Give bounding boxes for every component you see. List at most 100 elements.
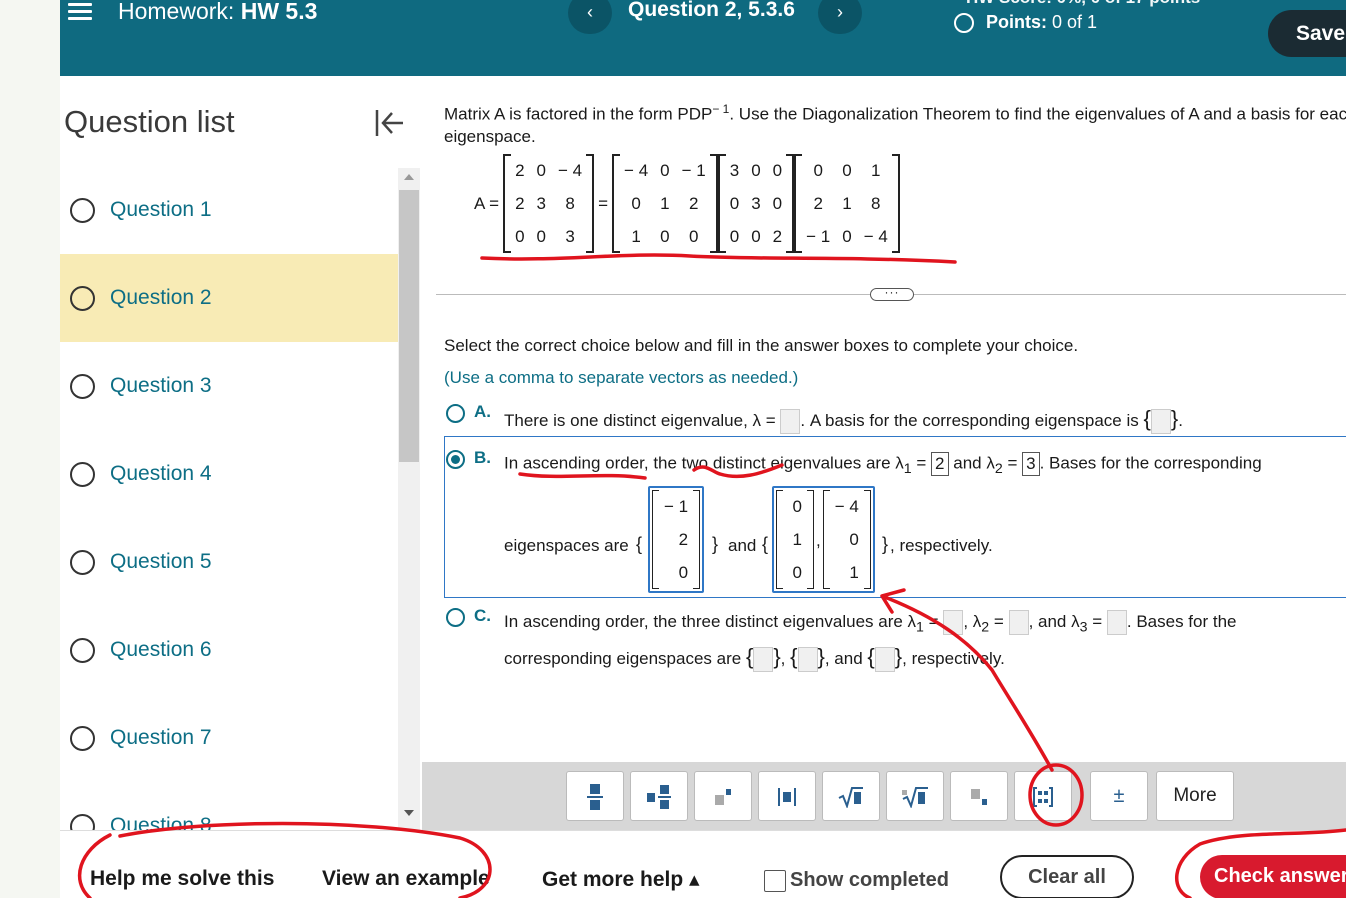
vector-entry[interactable]: 0	[831, 523, 863, 556]
vector-entry[interactable]: 1	[784, 523, 806, 556]
vector-entry[interactable]: 0	[660, 556, 692, 589]
get-more-help-link[interactable]: Get more help ▴	[542, 867, 700, 892]
question-list-item[interactable]: Question 2	[60, 254, 398, 342]
choice-c-letter: C.	[474, 606, 491, 625]
lambda2-answer-box[interactable]: 3	[1022, 452, 1040, 476]
equals-sign: =	[598, 193, 609, 213]
choice-a-text-1: There is one distinct eigenvalue, λ =	[504, 411, 776, 430]
vector-entry[interactable]: 0	[784, 556, 806, 589]
matrix-cell: 0	[751, 226, 761, 246]
choice-b-line-1: In ascending order, the two distinct eig…	[504, 452, 1262, 477]
question-list-item[interactable]: Question 5	[60, 518, 398, 606]
question-list-item[interactable]: Question 6	[60, 606, 398, 694]
eigenspace-2-basis-box[interactable]: 010 , − 401	[772, 486, 875, 593]
vector-entry[interactable]: − 4	[831, 490, 863, 523]
matrix-cell: 0	[842, 160, 852, 180]
eigenspace-2-input[interactable]: 010 , − 401	[772, 486, 875, 593]
matrix-d: 300030002	[717, 154, 795, 253]
lambda1-answer-box[interactable]: 2	[931, 452, 949, 476]
choice-c-sub-3: 3	[1079, 619, 1088, 636]
absolute-value-button[interactable]	[758, 771, 816, 821]
matrix-cell: 8	[565, 193, 575, 213]
matrix-cell: − 4	[558, 160, 583, 180]
vector-entry[interactable]: − 1	[660, 490, 692, 523]
choice-c[interactable]: C. In ascending order, the three distinc…	[446, 606, 1346, 676]
view-example-link[interactable]: View an example	[322, 867, 490, 891]
matrix-cell: 0	[515, 226, 525, 246]
question-list-item[interactable]: Question 8	[60, 782, 398, 830]
show-completed-toggle[interactable]: Show completed	[764, 869, 949, 892]
choice-b-radio[interactable]	[446, 450, 465, 469]
eigenvector-1[interactable]: − 120	[652, 490, 701, 589]
show-completed-checkbox[interactable]	[764, 869, 786, 892]
question-list-item[interactable]: Question 7	[60, 694, 398, 782]
eigenvector-3[interactable]: − 401	[822, 490, 871, 589]
matrix-cell: − 1	[806, 226, 831, 246]
choice-c-lambda1-box[interactable]	[943, 610, 964, 635]
vector-entry[interactable]: 2	[660, 523, 692, 556]
superscript-icon	[715, 788, 731, 805]
mixed-number-icon	[647, 784, 671, 809]
scrollbar-thumb[interactable]	[399, 190, 419, 462]
matrix-cell: 2	[813, 193, 823, 213]
scroll-down-icon[interactable]	[404, 810, 414, 816]
math-toolbar: ± More	[422, 762, 1346, 830]
question-title: Question 2, 5.3.6	[628, 0, 795, 21]
save-button[interactable]: Save	[1268, 10, 1346, 57]
choice-a[interactable]: A. There is one distinct eigenvalue, λ =…	[446, 402, 1346, 435]
question-area: Matrix A is factored in the form PDP− 1.…	[422, 76, 1346, 762]
app-window: Homework: HW 5.3 ‹ Question 2, 5.3.6 › H…	[60, 0, 1346, 898]
next-question-button[interactable]: ›	[818, 0, 862, 34]
mixed-number-button[interactable]	[630, 771, 688, 821]
eigenvector-2[interactable]: 010	[776, 490, 814, 589]
vector-entry[interactable]: 0	[784, 490, 806, 523]
eigenspace-1-basis-box[interactable]: − 120	[648, 486, 705, 593]
help-me-solve-link[interactable]: Help me solve this	[90, 867, 274, 891]
matrix-cell: 8	[871, 193, 881, 213]
choice-b-and: and	[728, 536, 757, 555]
choice-c-line-1: In ascending order, the three distinct e…	[504, 610, 1237, 635]
choice-a-radio[interactable]	[446, 404, 465, 423]
more-button[interactable]: More	[1156, 771, 1234, 821]
question-list-item[interactable]: Question 1	[60, 166, 398, 254]
collapse-panel-icon[interactable]	[372, 106, 406, 140]
plus-minus-button[interactable]: ±	[1090, 771, 1148, 821]
choice-c-radio[interactable]	[446, 608, 465, 627]
matrix-button[interactable]	[1014, 771, 1072, 821]
clear-all-button[interactable]: Clear all	[1000, 855, 1134, 898]
choice-a-text: There is one distinct eigenvalue, λ = . …	[504, 406, 1183, 435]
nth-root-button[interactable]	[886, 771, 944, 821]
fraction-button[interactable]	[566, 771, 624, 821]
matrix-cell: 2	[515, 160, 525, 180]
subscript-button[interactable]	[950, 771, 1008, 821]
choice-b-letter: B.	[474, 448, 491, 467]
matrix-cell: 3	[565, 226, 575, 246]
homework-title: Homework: HW 5.3	[118, 0, 317, 25]
choice-c-basis2-box[interactable]	[797, 647, 818, 673]
expand-dots-button[interactable]: ···	[870, 286, 914, 301]
check-answer-button[interactable]: Check answer	[1200, 855, 1346, 898]
matrix-cell: 0	[772, 160, 783, 180]
previous-question-button[interactable]: ‹	[568, 0, 612, 34]
eigenspace-1-input[interactable]: − 120	[648, 486, 705, 593]
homework-name: HW 5.3	[240, 0, 318, 24]
choice-b[interactable]: B. In ascending order, the two distinct …	[446, 448, 1346, 598]
question-list-title: Question list	[64, 104, 235, 139]
choice-c-lambda3-box[interactable]	[1106, 610, 1127, 635]
matrix-cell: 2	[772, 226, 783, 246]
question-list-scrollbar[interactable]	[398, 168, 420, 830]
choice-c-basis1-box[interactable]	[753, 647, 774, 673]
question-list-item[interactable]: Question 3	[60, 342, 398, 430]
choice-c-basis3-box[interactable]	[874, 647, 895, 673]
scroll-up-icon[interactable]	[404, 174, 414, 180]
square-root-button[interactable]	[822, 771, 880, 821]
matrix-p: − 4 0− 1012100	[612, 154, 718, 253]
choice-a-eigenvalue-box[interactable]	[780, 409, 801, 435]
menu-icon[interactable]	[68, 0, 92, 22]
choice-a-basis-box[interactable]	[1150, 409, 1171, 435]
superscript-button[interactable]	[694, 771, 752, 821]
choice-c-lambda2-box[interactable]	[1008, 610, 1029, 635]
vector-entry[interactable]: 1	[831, 556, 863, 589]
question-list-item[interactable]: Question 4	[60, 430, 398, 518]
choice-b-text-6: eigenspaces are	[504, 536, 629, 555]
